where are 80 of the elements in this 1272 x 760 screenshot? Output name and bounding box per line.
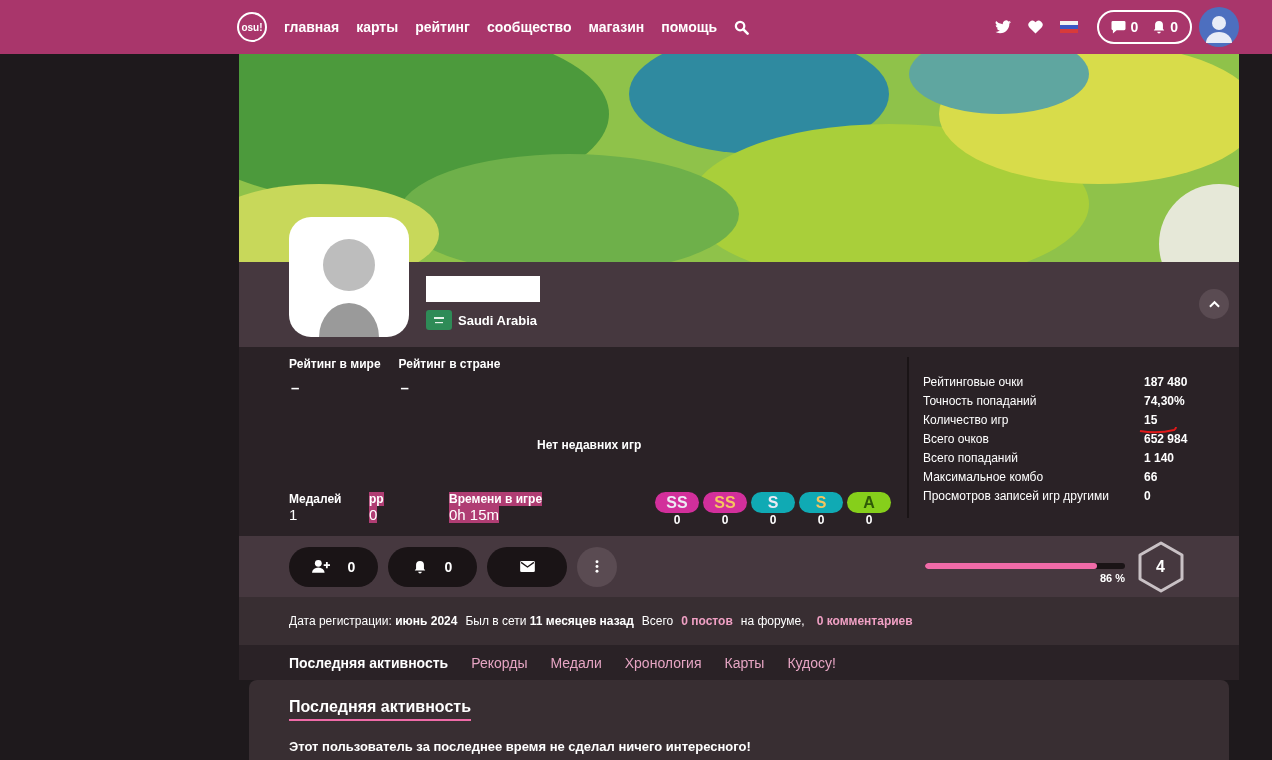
notifications-pill[interactable]: 0 0 (1097, 10, 1192, 44)
rank-value: – (290, 379, 301, 396)
stat-value: 15 (1144, 413, 1158, 430)
grade-badge: SS (703, 492, 747, 513)
profile-tab[interactable]: Рекорды (471, 654, 528, 671)
stat-label: Рейтинговые очки (923, 375, 1025, 391)
subscribe-button[interactable]: 0 (388, 546, 477, 587)
bird-icon[interactable] (995, 20, 1012, 34)
level-hexagon (1137, 540, 1185, 593)
info-text: на форуме, (740, 614, 805, 628)
grade-badge: SS (655, 492, 699, 513)
level-percent: 86 % (1099, 572, 1125, 584)
summary-label: Времени в игре (449, 492, 543, 506)
nav-link[interactable]: рейтинг (415, 19, 470, 35)
stat-label: Максимальное комбо (923, 470, 1045, 486)
flag-icon[interactable] (1060, 21, 1079, 33)
grade-count: 0 (817, 513, 825, 527)
chat-count: 0 (1130, 19, 1139, 35)
rank-label: Рейтинг в стране (398, 357, 501, 371)
nav-link[interactable]: главная (284, 19, 340, 35)
bell-icon (412, 559, 427, 574)
flag-icon (426, 310, 452, 330)
nav-link[interactable]: помощь (661, 19, 718, 35)
notification-count: 0 (1170, 19, 1178, 35)
search-icon[interactable] (734, 19, 750, 35)
logo-link[interactable]: osu! (237, 12, 267, 42)
add-friend-button[interactable]: 0 (289, 546, 378, 587)
summary-value: 0h 15m (449, 506, 500, 523)
info-text: Дата регистрации: июнь 2024 (289, 614, 458, 628)
envelope-icon (519, 561, 535, 572)
rank-value: – (399, 379, 410, 396)
stat-label: Точность попаданий (923, 394, 1038, 410)
profile-tab[interactable]: Хронология (624, 654, 702, 671)
nav-link[interactable]: карты (356, 19, 399, 35)
stat-label: Всего очков (923, 432, 990, 448)
stat-label: Всего попаданий (923, 451, 1019, 467)
stat-value: 0 (1144, 489, 1151, 505)
chat-icon (1111, 20, 1127, 34)
stat-label: Просмотров записей игр другими (923, 489, 1110, 505)
summary-label: pp (369, 492, 384, 506)
heart-icon[interactable] (1028, 20, 1044, 34)
nav-link[interactable]: магазин (588, 19, 645, 35)
stat-value: 187 480 (1144, 375, 1188, 391)
info-text: Был в сети 11 месяцев назад (465, 614, 634, 628)
summary-value: 1 (289, 506, 298, 523)
stat-value: 1 140 (1144, 451, 1175, 467)
level-number: 4 (1156, 557, 1165, 576)
info-text: Всего (641, 614, 674, 628)
country-name[interactable]: Saudi Arabia (458, 312, 537, 328)
stat-value: 652 984 (1144, 432, 1188, 448)
grade-count: 0 (865, 513, 873, 527)
grade-badge: S (799, 492, 843, 513)
grade-count: 0 (721, 513, 729, 527)
section-title: Последняя активность (289, 698, 471, 721)
summary-value: 0 (369, 506, 378, 523)
grade-count: 0 (769, 513, 777, 527)
stat-value: 66 (1144, 470, 1158, 486)
stat-label: Количество игр (923, 413, 1010, 429)
grade-badge: S (751, 492, 795, 513)
profile-tab[interactable]: Медали (550, 654, 602, 671)
user-avatar[interactable] (1199, 7, 1239, 47)
grade-badge: A (847, 492, 891, 513)
bell-icon (1152, 20, 1167, 34)
more-icon (595, 560, 599, 573)
collapse-button[interactable] (1199, 289, 1229, 319)
add-person-icon (311, 559, 330, 574)
empty-chart-message: Нет недавних игр (537, 438, 643, 452)
grade-count: 0 (673, 513, 681, 527)
summary-label: Медалей (289, 492, 342, 506)
message-button[interactable] (487, 546, 567, 587)
empty-activity-message: Этот пользователь за последнее время не сделал ничего интересного! (289, 739, 752, 754)
profile-tab[interactable]: Последняя активность (289, 654, 449, 671)
info-link[interactable]: 0 комментариев (816, 614, 913, 628)
stat-value: 74,30% (1144, 394, 1185, 410)
profile-tab[interactable]: Карты (724, 654, 765, 671)
nav-link[interactable]: сообщество (486, 19, 572, 35)
profile-tab[interactable]: Кудосу! (787, 654, 836, 671)
info-link[interactable]: 0 постов (681, 614, 733, 628)
chevron-up-icon (1208, 300, 1220, 308)
rank-label: Рейтинг в мире (289, 357, 381, 371)
